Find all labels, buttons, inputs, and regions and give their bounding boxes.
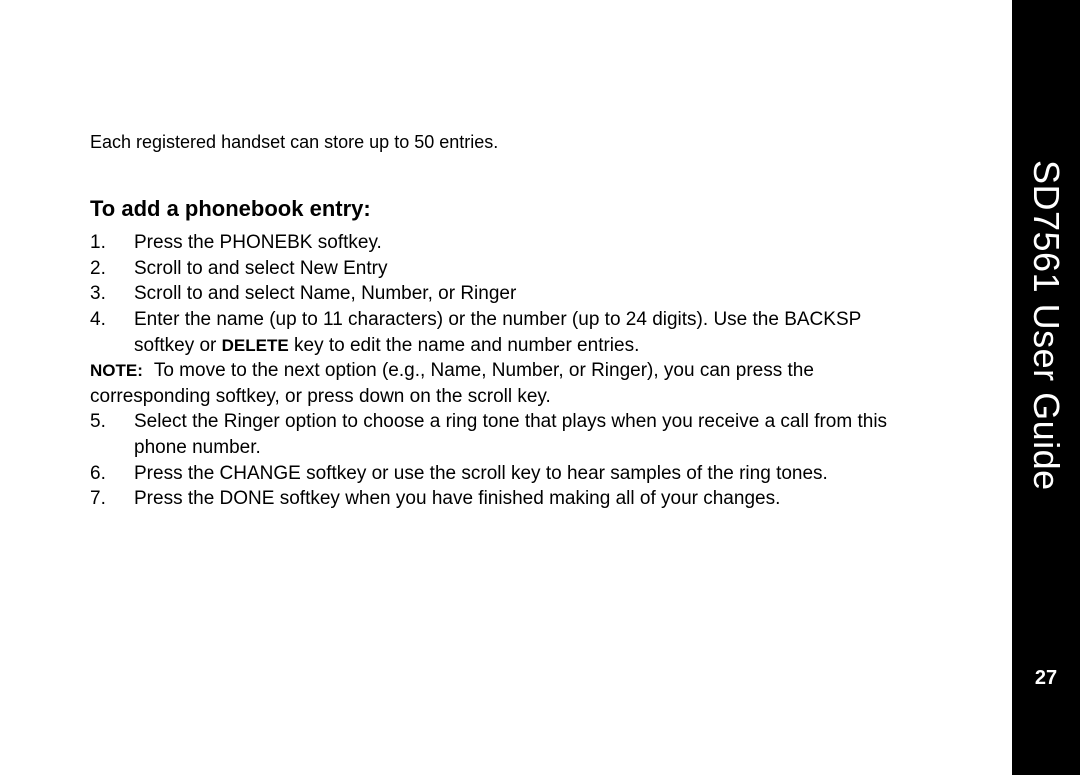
text: Press the	[134, 488, 220, 509]
page: Each registered handset can store up to …	[0, 0, 1080, 775]
softkey-label: Number	[492, 360, 559, 381]
step-number: 1.	[90, 230, 134, 256]
step-body: Enter the name (up to 11 characters) or …	[134, 307, 922, 358]
step-1: 1. Press the PHONEBK softkey.	[90, 230, 922, 256]
softkey-label: Ringer	[460, 283, 516, 304]
intro-text: Each registered handset can store up to …	[90, 130, 922, 154]
text: , or	[428, 283, 461, 304]
section-heading: To add a phonebook entry:	[90, 194, 922, 224]
step-5: 5. Select the Ringer option to choose a …	[90, 409, 922, 460]
step-body: Scroll to and select New Entry	[134, 256, 922, 282]
softkey-label: Name	[300, 283, 351, 304]
text: Select the	[134, 411, 224, 432]
step-number: 6.	[90, 461, 134, 487]
text: Press the	[134, 463, 220, 484]
text: softkey.	[312, 232, 381, 253]
step-3: 3. Scroll to and select Name, Number, or…	[90, 281, 922, 307]
step-body: Select the Ringer option to choose a rin…	[134, 409, 922, 460]
softkey-label: Ringer	[591, 360, 647, 381]
step-number: 5.	[90, 409, 134, 460]
text: softkey or use the scroll key to hear sa…	[301, 463, 828, 484]
text: key to edit the name and number entries.	[289, 335, 640, 356]
steps-list: 1. Press the PHONEBK softkey. 2. Scroll …	[90, 230, 922, 512]
step-4: 4. Enter the name (up to 11 characters) …	[90, 307, 922, 358]
softkey-label: BACKSP	[784, 309, 861, 330]
sidebar: SD7561 User Guide 27	[1012, 0, 1080, 775]
softkey-label: DONE	[220, 488, 275, 509]
page-number: 27	[1035, 667, 1057, 690]
step-2: 2. Scroll to and select New Entry	[90, 256, 922, 282]
text: softkey or	[134, 335, 222, 356]
step-body: Press the DONE softkey when you have fin…	[134, 486, 922, 512]
softkey-label: Ringer	[224, 411, 280, 432]
step-number: 2.	[90, 256, 134, 282]
text: ,	[351, 283, 362, 304]
text: To move to the next option (e.g.,	[149, 360, 431, 381]
text: , or	[558, 360, 591, 381]
note-body: NOTE: To move to the next option (e.g., …	[90, 358, 922, 409]
step-number: 4.	[90, 307, 134, 358]
softkey-label: New Entry	[300, 258, 388, 279]
note: NOTE: To move to the next option (e.g., …	[90, 358, 922, 409]
text: ,	[481, 360, 492, 381]
softkey-label: CHANGE	[220, 463, 301, 484]
text: Scroll to and select	[134, 283, 300, 304]
step-body: Press the PHONEBK softkey.	[134, 230, 922, 256]
hardkey-label: DELETE	[222, 336, 289, 355]
step-body: Press the CHANGE softkey or use the scro…	[134, 461, 922, 487]
softkey-label: Name	[431, 360, 482, 381]
step-body: Scroll to and select Name, Number, or Ri…	[134, 281, 922, 307]
step-7: 7. Press the DONE softkey when you have …	[90, 486, 922, 512]
text: Enter the name (up to 11 characters) or …	[134, 309, 784, 330]
step-number: 3.	[90, 281, 134, 307]
text: softkey when you have finished making al…	[274, 488, 780, 509]
softkey-label: Number	[361, 283, 428, 304]
note-label: NOTE:	[90, 361, 143, 380]
step-number: 7.	[90, 486, 134, 512]
sidebar-title: SD7561 User Guide	[1025, 160, 1067, 491]
softkey-label: PHONEBK	[220, 232, 313, 253]
step-6: 6. Press the CHANGE softkey or use the s…	[90, 461, 922, 487]
text: Scroll to and select	[134, 258, 300, 279]
text: Press the	[134, 232, 220, 253]
content-area: Each registered handset can store up to …	[0, 0, 1012, 775]
